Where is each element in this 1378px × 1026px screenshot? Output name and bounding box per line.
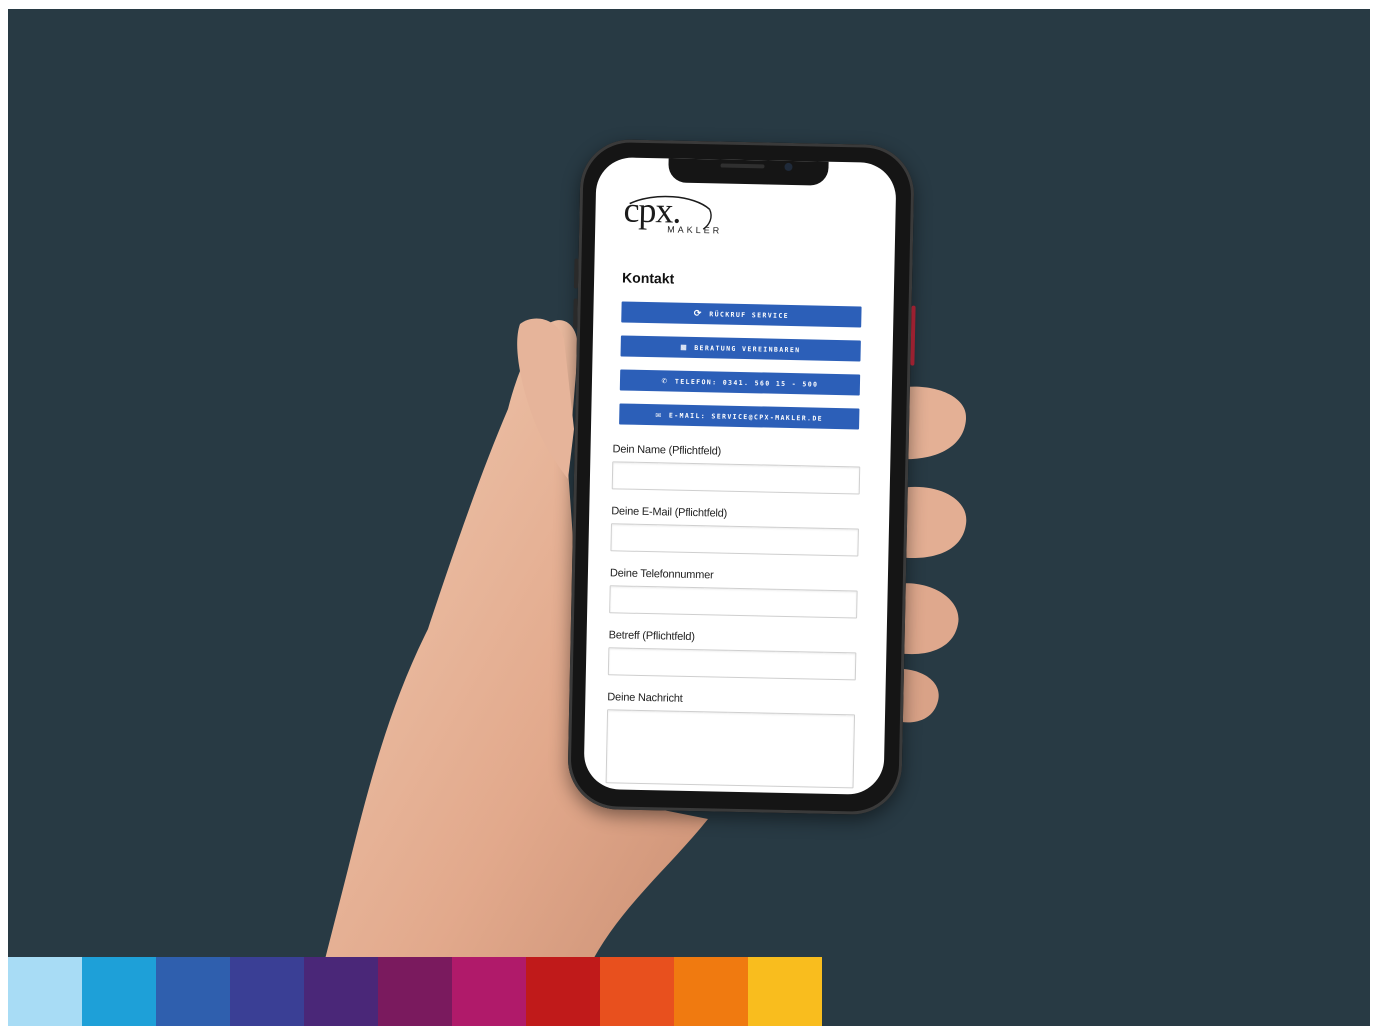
brand-color-bar	[8, 957, 822, 1026]
color-swatch	[304, 957, 378, 1026]
color-swatch	[378, 957, 452, 1026]
background-panel: cpx. MAKLER Kontakt ⟳ RÜCKRUF SERVICE ▦ …	[8, 9, 1370, 1026]
color-swatch	[230, 957, 304, 1026]
thumb-overlay	[517, 318, 574, 479]
color-swatch	[600, 957, 674, 1026]
color-swatch	[674, 957, 748, 1026]
color-swatch	[156, 957, 230, 1026]
color-swatch	[452, 957, 526, 1026]
color-swatch	[8, 957, 82, 1026]
color-swatch	[748, 957, 822, 1026]
color-swatch	[526, 957, 600, 1026]
color-swatch	[82, 957, 156, 1026]
